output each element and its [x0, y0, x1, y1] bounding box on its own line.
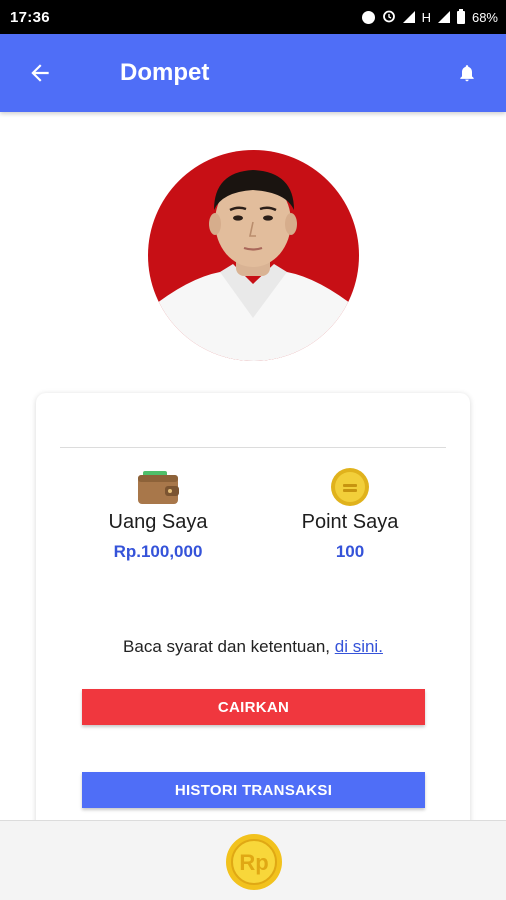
point-balance: Point Saya 100 [250, 467, 450, 562]
wallet-card: Uang Saya Rp.100,000 Point Saya 100 Baca… [36, 393, 470, 863]
money-balance: Uang Saya Rp.100,000 [58, 467, 258, 562]
point-value: 100 [335, 542, 365, 561]
status-time: 17:36 [10, 8, 50, 26]
terms-link[interactable]: di sini. [335, 637, 383, 656]
divider [60, 447, 446, 448]
profile-photo-icon [148, 150, 359, 361]
terms-text: Baca syarat dan ketentuan, di sini. [36, 637, 470, 657]
battery-level: 68% [471, 9, 498, 25]
money-value: Rp.100,000 [113, 542, 203, 561]
signal-icon [402, 11, 415, 23]
bell-icon [460, 65, 474, 82]
signal-icon [437, 11, 450, 23]
page-title: Dompet [120, 59, 210, 86]
network-type: H [421, 9, 431, 25]
bottom-bar: Rp [0, 820, 506, 900]
coin-text: Rp [239, 850, 268, 875]
coin-icon [331, 468, 369, 506]
transaction-history-button[interactable]: HISTORI TRANSAKSI [82, 772, 425, 808]
status-bar: 17:36 H 68% [0, 0, 506, 34]
rupiah-coin-icon: Rp [226, 834, 282, 890]
app-bar: Dompet [0, 34, 506, 112]
notification-button[interactable] [452, 58, 482, 88]
money-label: Uang Saya [108, 511, 208, 533]
alarm-icon [382, 9, 396, 26]
status-icons: H 68% [361, 8, 498, 26]
point-label: Point Saya [301, 511, 399, 533]
back-button[interactable] [10, 34, 70, 112]
withdraw-button[interactable]: CAIRKAN [82, 689, 425, 725]
battery-icon [456, 8, 465, 24]
rupiah-coin-button[interactable]: Rp [225, 833, 283, 891]
wallet-icon [138, 471, 179, 504]
terms-label: Baca syarat dan ketentuan, [123, 637, 335, 656]
avatar[interactable] [148, 150, 359, 361]
arrow-back-icon [31, 64, 49, 82]
notification-icon [361, 10, 375, 24]
